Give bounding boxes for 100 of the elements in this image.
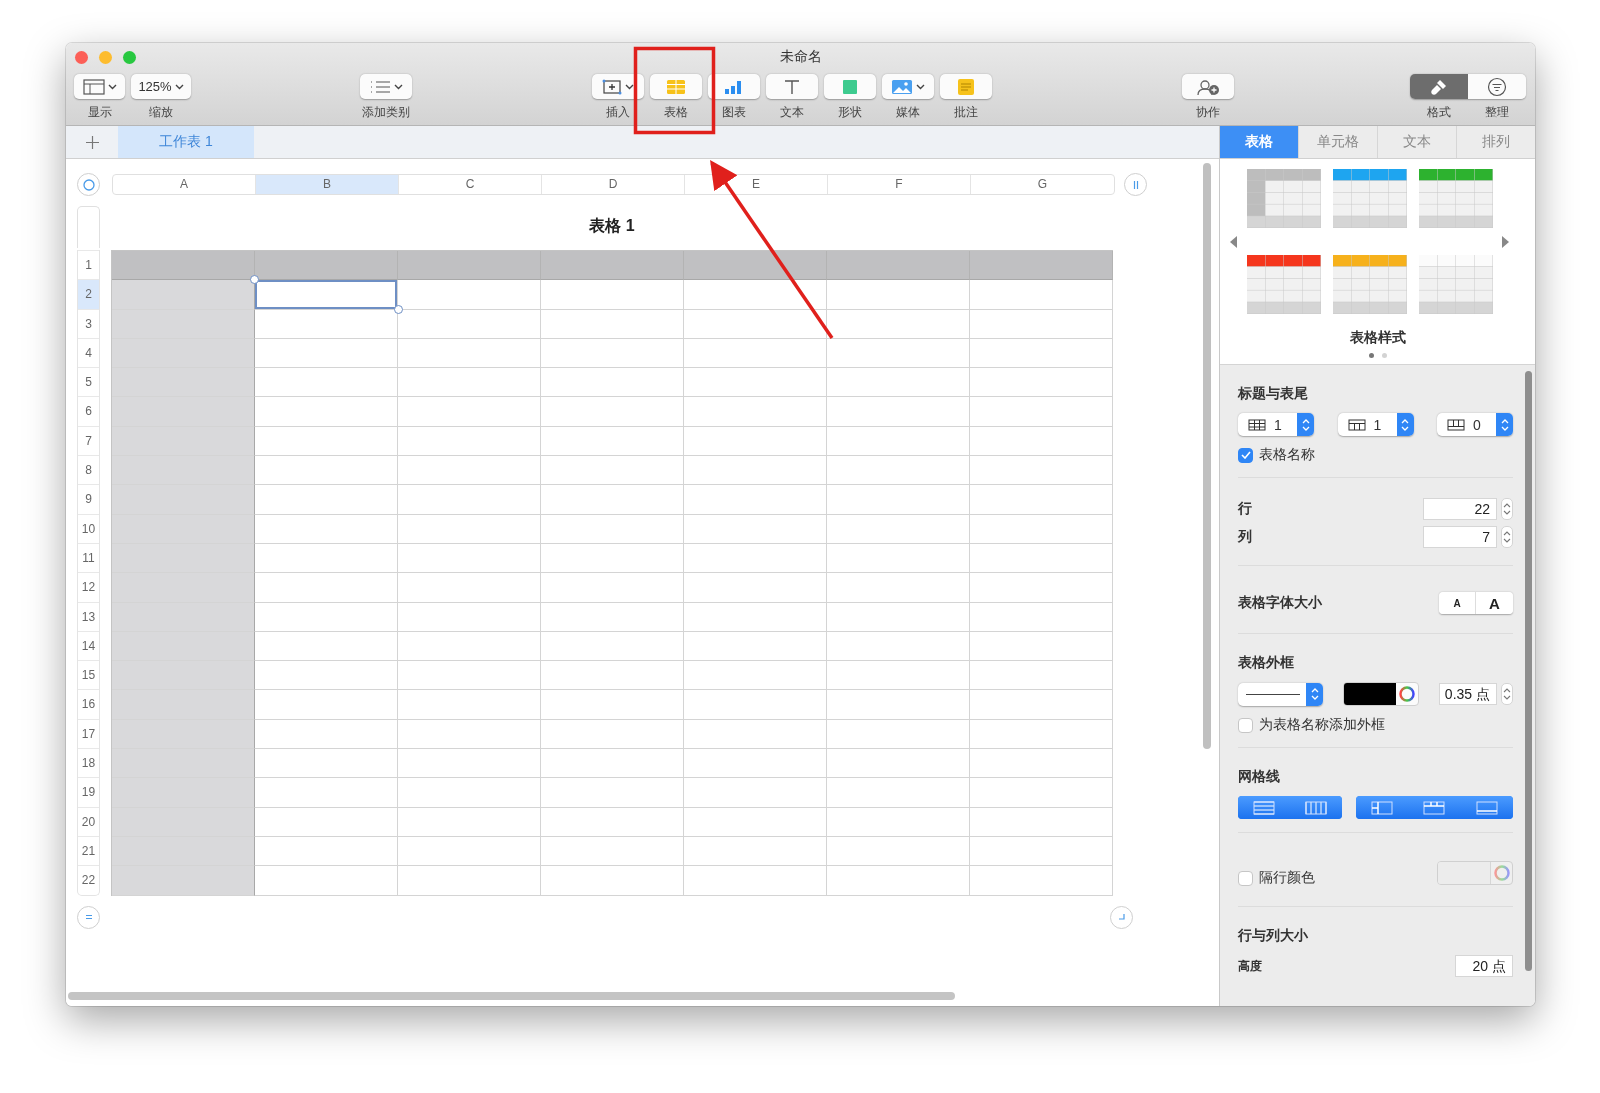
header-cell[interactable]	[112, 836, 255, 867]
zoom-button[interactable]	[123, 50, 136, 64]
row-header[interactable]: 20	[78, 806, 99, 836]
number-field[interactable]: 7	[1423, 526, 1497, 548]
table-cell[interactable]	[398, 456, 541, 486]
collaborate-button[interactable]	[1182, 74, 1234, 99]
header-cell[interactable]	[541, 251, 684, 281]
table-cell[interactable]	[827, 661, 970, 691]
table-cell[interactable]	[970, 456, 1113, 486]
table-cell[interactable]	[541, 807, 684, 837]
organize-button[interactable]	[1468, 74, 1526, 99]
stepper-field[interactable]: 0	[1437, 413, 1513, 436]
row-header[interactable]: 5	[78, 367, 99, 397]
page-dot[interactable]	[1381, 353, 1387, 358]
table-cell[interactable]	[827, 397, 970, 427]
table-cell[interactable]	[827, 631, 970, 662]
table-cell[interactable]	[684, 778, 827, 808]
row-header[interactable]: 7	[78, 425, 99, 456]
table-cell[interactable]	[255, 866, 398, 896]
header-cell[interactable]	[112, 426, 255, 457]
table-cell[interactable]	[970, 368, 1113, 398]
table-cell[interactable]	[541, 661, 684, 691]
table-cell[interactable]	[398, 690, 541, 720]
decrease-font-button[interactable]: A	[1439, 592, 1476, 614]
table-style-thumbnail[interactable]	[1419, 169, 1493, 228]
table-cell[interactable]	[827, 573, 970, 603]
table-cell[interactable]	[541, 338, 684, 369]
insert-button[interactable]	[592, 74, 644, 99]
table-cell[interactable]	[827, 426, 970, 457]
table-cell[interactable]	[970, 426, 1113, 457]
table-cell[interactable]	[541, 866, 684, 896]
table-cell[interactable]	[255, 690, 398, 720]
table-cell[interactable]	[684, 749, 827, 779]
table-cell[interactable]	[970, 338, 1113, 369]
table-cell[interactable]	[684, 280, 827, 310]
table-cell[interactable]	[970, 836, 1113, 867]
table-cell[interactable]	[684, 426, 827, 457]
table-cell[interactable]	[398, 368, 541, 398]
header-cell[interactable]	[112, 778, 255, 808]
select-table-button[interactable]	[77, 173, 100, 196]
row-header[interactable]: 2	[78, 279, 99, 309]
color-well[interactable]	[1343, 682, 1419, 706]
table-cell[interactable]	[255, 456, 398, 486]
header-cell[interactable]	[112, 690, 255, 720]
table-style-thumbnail[interactable]	[1247, 169, 1321, 228]
table-cell[interactable]	[684, 543, 827, 574]
scrollbar[interactable]	[1525, 371, 1532, 971]
header-cell[interactable]	[970, 251, 1113, 281]
height-field[interactable]: 20 点	[1455, 955, 1513, 977]
table-cell[interactable]	[684, 690, 827, 720]
table-cell[interactable]	[970, 309, 1113, 339]
table-cell[interactable]	[827, 309, 970, 339]
table-cell[interactable]	[684, 514, 827, 544]
row-header[interactable]: 6	[78, 396, 99, 426]
table-cell[interactable]	[255, 368, 398, 398]
row-header[interactable]: 15	[78, 660, 99, 690]
inspector-tab[interactable]: 表格	[1220, 126, 1299, 158]
table-cell[interactable]	[398, 485, 541, 515]
table-cell[interactable]	[398, 602, 541, 632]
table-cell[interactable]	[970, 543, 1113, 574]
stepper-field[interactable]: 1	[1337, 413, 1414, 436]
table-cell[interactable]	[970, 661, 1113, 691]
row-header[interactable]: 13	[78, 601, 99, 631]
category-button[interactable]	[360, 74, 412, 99]
text-button[interactable]	[766, 74, 818, 99]
table-cell[interactable]	[541, 749, 684, 779]
gridline-button[interactable]	[1238, 796, 1290, 819]
row-header[interactable]: 19	[78, 777, 99, 807]
header-cell[interactable]	[112, 251, 255, 281]
row-header[interactable]: 4	[78, 337, 99, 368]
table-cell[interactable]	[684, 456, 827, 486]
table-cell[interactable]	[827, 719, 970, 750]
table-cell[interactable]	[827, 836, 970, 867]
table-cell[interactable]	[255, 661, 398, 691]
table-cell[interactable]	[827, 514, 970, 544]
header-cell[interactable]	[112, 397, 255, 427]
table-cell[interactable]	[970, 631, 1113, 662]
comment-button[interactable]	[940, 74, 992, 99]
table-cell[interactable]	[255, 543, 398, 574]
row-header[interactable]: 17	[78, 718, 99, 749]
table-style-thumbnail[interactable]	[1333, 169, 1407, 228]
header-cell[interactable]	[112, 368, 255, 398]
column-header[interactable]: F	[828, 175, 971, 194]
table-cell[interactable]	[255, 778, 398, 808]
table-cell[interactable]	[970, 690, 1113, 720]
minimize-button[interactable]	[99, 50, 112, 64]
checkbox[interactable]	[1238, 717, 1253, 733]
table-cell[interactable]	[970, 778, 1113, 808]
table-cell[interactable]	[970, 719, 1113, 750]
table-cell[interactable]	[970, 866, 1113, 896]
table-cell[interactable]	[541, 368, 684, 398]
header-cell[interactable]	[112, 719, 255, 750]
table-cell[interactable]	[398, 397, 541, 427]
row-header[interactable]: 9	[78, 484, 99, 514]
table-cell[interactable]	[398, 543, 541, 574]
table-cell[interactable]	[541, 719, 684, 750]
row-header[interactable]: 14	[78, 630, 99, 661]
checkbox[interactable]	[1238, 447, 1253, 463]
table-cell[interactable]	[398, 514, 541, 544]
table-cell[interactable]	[541, 426, 684, 457]
